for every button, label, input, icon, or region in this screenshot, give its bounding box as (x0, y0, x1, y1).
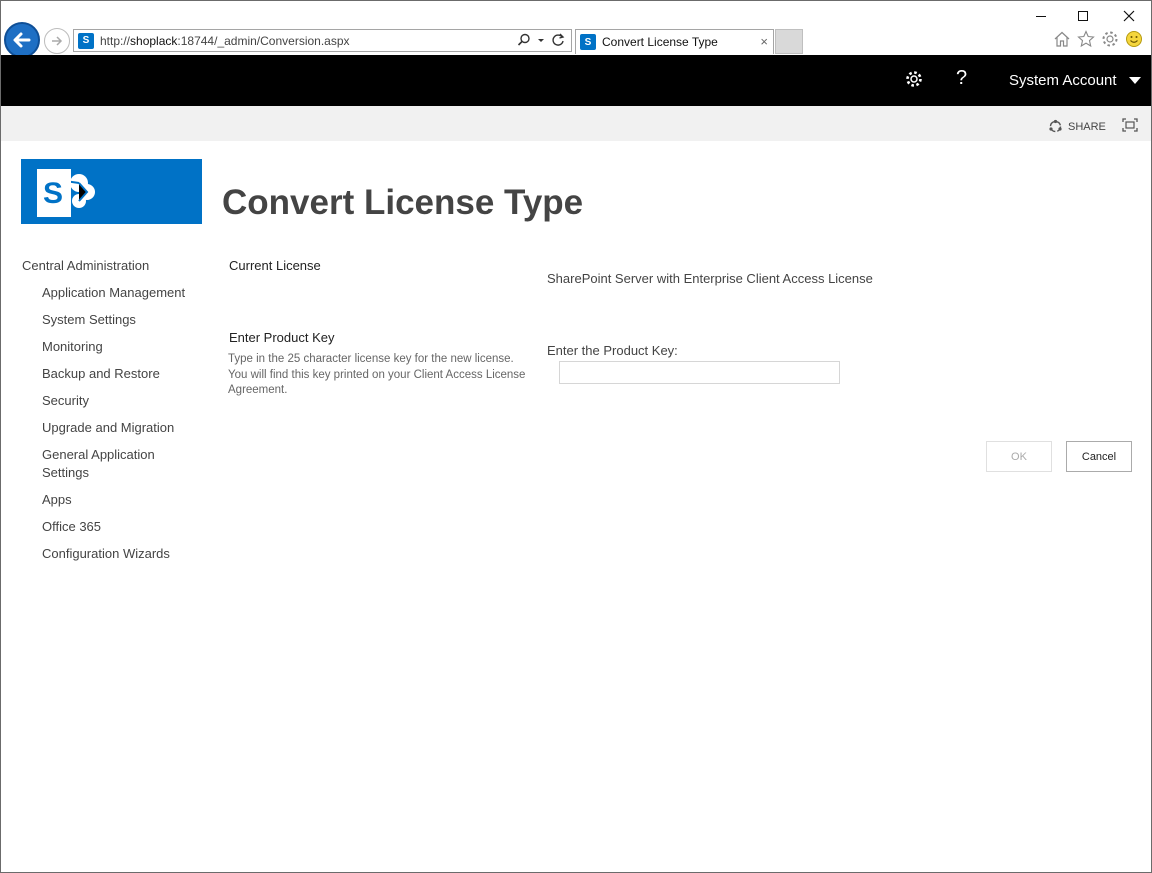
sharepoint-favicon-icon: S (580, 34, 596, 50)
maximize-icon (1078, 11, 1088, 21)
quick-launch-root[interactable]: Central Administration (22, 257, 202, 274)
refresh-icon[interactable] (551, 33, 565, 47)
ribbon-bar: SHARE (1, 106, 1151, 141)
settings-button[interactable] (904, 69, 924, 94)
browser-chrome: S http://shoplack:18744/_admin/Conversio… (1, 1, 1151, 58)
nav-monitoring[interactable]: Monitoring (42, 338, 202, 356)
browser-toolbar-icons (1053, 30, 1143, 48)
arrow-left-icon (13, 32, 31, 48)
share-icon (1049, 119, 1062, 133)
minimize-button[interactable] (1029, 5, 1053, 27)
site-logo[interactable]: S (21, 159, 202, 224)
help-button[interactable]: ? (956, 67, 967, 90)
home-icon[interactable] (1053, 30, 1071, 48)
tab-close-button[interactable]: × (760, 34, 768, 49)
svg-text:S: S (43, 177, 63, 210)
cancel-button[interactable]: Cancel (1066, 441, 1132, 472)
nav-apps[interactable]: Apps (42, 491, 202, 509)
dropdown-arrow-icon[interactable] (537, 33, 545, 47)
share-label: SHARE (1068, 120, 1106, 133)
user-menu[interactable]: System Account (1009, 72, 1117, 89)
page-title: Convert License Type (222, 183, 584, 222)
nav-general-application-settings[interactable]: General Application Settings (42, 446, 202, 482)
url-scheme: http:// (100, 33, 131, 48)
ok-button[interactable]: OK (986, 441, 1052, 472)
nav-application-management[interactable]: Application Management (42, 284, 202, 302)
nav-security[interactable]: Security (42, 392, 202, 410)
quick-launch: Central Administration Application Manag… (22, 257, 202, 572)
nav-office-365[interactable]: Office 365 (42, 518, 202, 536)
new-tab-button[interactable] (775, 29, 803, 54)
browser-window: S http://shoplack:18744/_admin/Conversio… (0, 0, 1152, 873)
address-bar-icons (517, 33, 565, 47)
gear-icon (906, 71, 922, 87)
tab-convert-license-type[interactable]: S Convert License Type × (575, 29, 774, 54)
minimize-icon (1036, 15, 1046, 17)
nav-system-settings[interactable]: System Settings (42, 311, 202, 329)
tab-title: Convert License Type (602, 35, 718, 49)
product-key-heading: Enter Product Key (229, 330, 335, 345)
url-text[interactable]: http://shoplack:18744/_admin/Conversion.… (100, 34, 350, 48)
address-bar[interactable]: S http://shoplack:18744/_admin/Conversio… (73, 29, 572, 52)
forward-button[interactable] (44, 28, 70, 54)
tools-gear-icon[interactable] (1101, 30, 1119, 48)
smiley-feedback-icon[interactable] (1125, 30, 1143, 48)
current-license-value: SharePoint Server with Enterprise Client… (547, 271, 873, 286)
product-key-description: Type in the 25 character license key for… (228, 353, 526, 396)
close-icon (1123, 10, 1135, 22)
favorites-star-icon[interactable] (1077, 30, 1095, 48)
back-button[interactable] (4, 22, 40, 58)
suite-bar: ? System Account (1, 55, 1151, 106)
url-host: shoplack (130, 33, 178, 48)
sharepoint-favicon-icon: S (78, 32, 94, 49)
nav-upgrade-and-migration[interactable]: Upgrade and Migration (42, 419, 202, 437)
search-icon[interactable] (517, 33, 531, 47)
fullscreen-icon (1122, 118, 1138, 132)
focus-on-content-button[interactable] (1122, 118, 1138, 132)
share-button[interactable]: SHARE (1048, 119, 1106, 134)
maximize-button[interactable] (1071, 5, 1095, 27)
product-key-input[interactable] (559, 361, 840, 384)
nav-configuration-wizards[interactable]: Configuration Wizards (42, 545, 202, 563)
nav-backup-and-restore[interactable]: Backup and Restore (42, 365, 202, 383)
current-license-heading: Current License (229, 258, 321, 273)
url-path: :18744/_admin/Conversion.aspx (177, 33, 350, 48)
product-key-label: Enter the Product Key: (547, 343, 678, 358)
arrow-right-icon (52, 36, 63, 46)
sharepoint-logo-icon: S (37, 169, 95, 217)
close-window-button[interactable] (1117, 5, 1141, 27)
chevron-down-icon[interactable] (1129, 77, 1141, 84)
